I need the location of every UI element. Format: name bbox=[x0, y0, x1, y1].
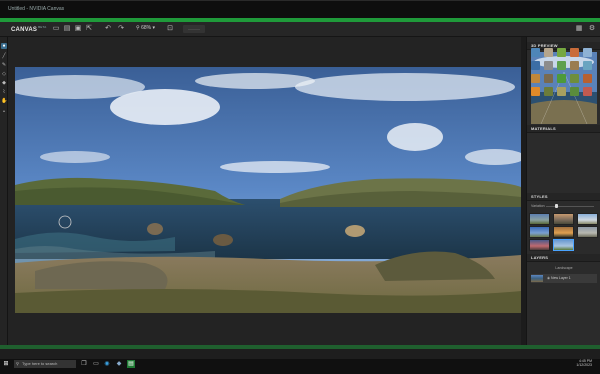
window-title: Untitled - NVIDIA Canvas bbox=[8, 6, 65, 12]
variation-slider-knob[interactable] bbox=[555, 204, 558, 208]
material-swatch-20[interactable] bbox=[583, 87, 592, 96]
save-icon[interactable]: ▣ bbox=[74, 25, 82, 33]
windows-taskbar: ⊞ ⚲ Type here to search ❐ ▭ ◉ ◆ ▤ 4:45 P… bbox=[0, 359, 600, 374]
fit-icon[interactable]: ⊡ bbox=[166, 25, 174, 33]
material-swatch-12[interactable] bbox=[544, 74, 553, 83]
painting-canvas[interactable] bbox=[15, 67, 521, 313]
right-panel: 3D PREVIEW MATERIALS STYLES Variation LA… bbox=[526, 37, 600, 349]
line-tool-icon[interactable]: ╱ bbox=[1, 53, 7, 59]
main-toolbar: CANVASBETA ▭ ▤ ▣ ⇱ ↶ ↷ ⚲ 68% ▾ ⊡ ——— ▦ ⚙ bbox=[0, 22, 600, 37]
style-thumb-6[interactable] bbox=[577, 226, 598, 238]
layers-header: LAYERS bbox=[527, 254, 600, 262]
app-logo: CANVASBETA bbox=[11, 25, 47, 33]
taskbar bbox=[0, 349, 600, 359]
settings-gear-icon[interactable]: ⚙ bbox=[588, 25, 596, 33]
undo-icon[interactable]: ↶ bbox=[104, 25, 112, 33]
material-swatch-7[interactable] bbox=[544, 61, 553, 70]
layer-thumbnail bbox=[531, 275, 543, 282]
edge-icon[interactable]: ◉ bbox=[103, 360, 111, 368]
material-swatch-15[interactable] bbox=[583, 74, 592, 83]
window-titlebar: Untitled - NVIDIA Canvas bbox=[0, 0, 600, 20]
material-swatch-17[interactable] bbox=[544, 87, 553, 96]
material-swatch-9[interactable] bbox=[570, 61, 579, 70]
canvas-app-icon[interactable]: ▤ bbox=[127, 360, 135, 368]
material-swatch-6[interactable] bbox=[531, 61, 540, 70]
material-swatch-3[interactable] bbox=[557, 48, 566, 57]
pen-tool-icon[interactable]: ✎ bbox=[1, 62, 7, 68]
material-swatch-18[interactable] bbox=[557, 87, 566, 96]
material-swatch-16[interactable] bbox=[531, 87, 540, 96]
system-clock[interactable]: 4:45 PM 1/12/2023 bbox=[576, 359, 592, 367]
material-swatch-13[interactable] bbox=[557, 74, 566, 83]
material-swatch-2[interactable] bbox=[544, 48, 553, 57]
eraser-tool-icon[interactable]: ◇ bbox=[1, 71, 7, 77]
materials-header: MATERIALS bbox=[527, 125, 600, 133]
material-swatch-5[interactable] bbox=[583, 48, 592, 57]
landscape-image bbox=[15, 67, 521, 313]
zoom-value: 68% bbox=[141, 25, 152, 31]
chat-icon[interactable]: ▦ bbox=[575, 25, 583, 33]
brush-tool-icon[interactable]: ● bbox=[1, 43, 7, 49]
new-file-icon[interactable]: ▭ bbox=[52, 25, 60, 33]
redo-icon[interactable]: ↷ bbox=[117, 25, 125, 33]
style-thumb-2[interactable] bbox=[553, 213, 574, 225]
tool-sidebar: ● ╱ ✎ ◇ ◆ ⌇ ✋ • bbox=[0, 37, 8, 349]
disabled-button: ——— bbox=[183, 25, 205, 33]
pan-tool-icon[interactable]: ✋ bbox=[1, 98, 7, 104]
style-thumb-8[interactable] bbox=[553, 239, 574, 251]
material-swatch-1[interactable] bbox=[531, 48, 540, 57]
open-folder-icon[interactable]: ▤ bbox=[63, 25, 71, 33]
material-swatch-8[interactable] bbox=[557, 61, 566, 70]
material-swatch-11[interactable] bbox=[531, 74, 540, 83]
search-icon: ⚲ bbox=[16, 361, 19, 366]
material-swatch-10[interactable] bbox=[583, 61, 592, 70]
export-icon[interactable]: ⇱ bbox=[85, 25, 93, 33]
zoom-control[interactable]: ⚲ 68% ▾ bbox=[136, 25, 155, 31]
material-swatch-14[interactable] bbox=[570, 74, 579, 83]
style-thumb-5[interactable] bbox=[553, 226, 574, 238]
eyedropper-tool-icon[interactable]: ⌇ bbox=[1, 89, 7, 95]
styles-header: STYLES bbox=[527, 193, 600, 201]
layer-row-landscape[interactable]: Landscape bbox=[531, 264, 597, 273]
style-thumb-7[interactable] bbox=[529, 239, 550, 251]
layer-row-new-layer-1[interactable]: ◉ New Layer 1 bbox=[531, 274, 597, 283]
task-view-icon[interactable]: ❐ bbox=[80, 360, 88, 368]
style-thumb-4[interactable] bbox=[529, 226, 550, 238]
search-box[interactable]: ⚲ Type here to search bbox=[14, 360, 76, 368]
eye-icon[interactable]: ◉ bbox=[547, 276, 550, 280]
variation-label: Variation bbox=[531, 204, 545, 208]
brush-size-icon[interactable]: • bbox=[1, 109, 7, 115]
material-swatch-4[interactable] bbox=[570, 48, 579, 57]
windows-start-icon[interactable]: ⊞ bbox=[2, 360, 10, 368]
material-swatch-19[interactable] bbox=[570, 87, 579, 96]
style-thumb-3[interactable] bbox=[577, 213, 598, 225]
variation-slider[interactable] bbox=[546, 206, 594, 207]
fill-tool-icon[interactable]: ◆ bbox=[1, 80, 7, 86]
file-explorer-icon[interactable]: ▭ bbox=[92, 360, 100, 368]
style-thumb-1[interactable] bbox=[529, 213, 550, 225]
store-icon[interactable]: ◆ bbox=[115, 360, 123, 368]
